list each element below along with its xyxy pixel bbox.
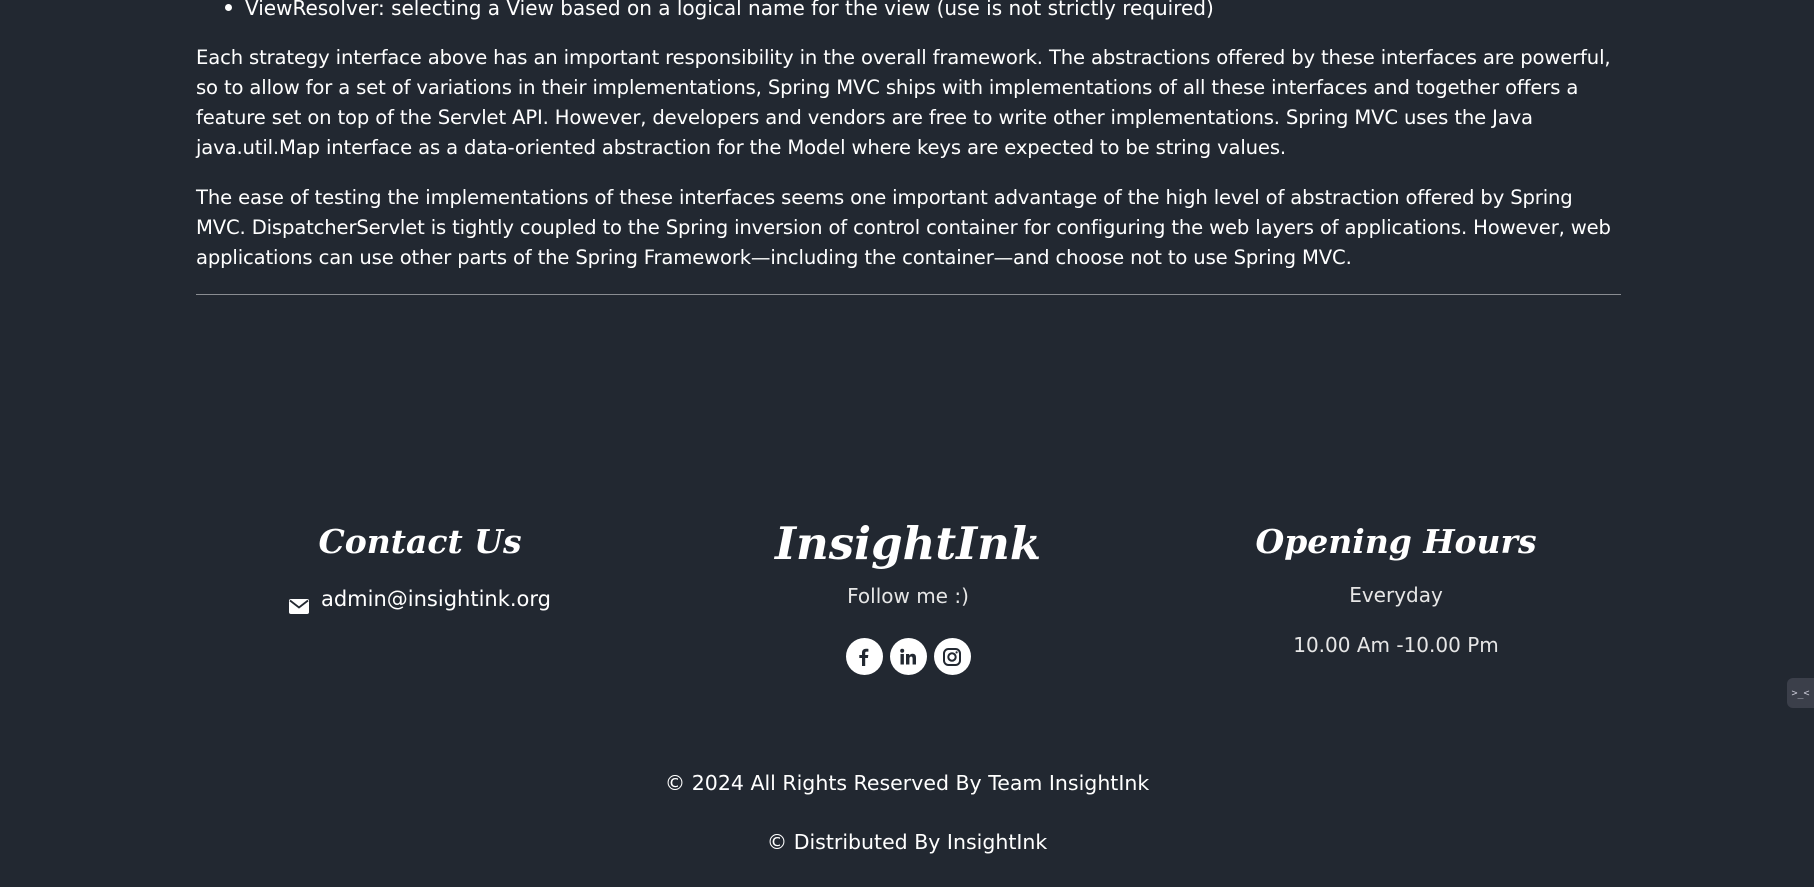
facebook-icon [859, 648, 869, 666]
instagram-icon [943, 647, 961, 666]
article-body: ViewResolver: selecting a View based on … [196, 0, 1621, 269]
footer-contact: Contact Us admin@insightink.org [250, 520, 590, 614]
linkedin-link[interactable] [889, 638, 927, 675]
contact-title: Contact Us [318, 522, 522, 561]
paragraph-strategy-interfaces: Each strategy interface above has an imp… [196, 46, 1611, 159]
linkedin-icon [900, 648, 916, 664]
brand-title: InsightInk [774, 517, 1042, 570]
divider [196, 294, 1621, 295]
instagram-link[interactable] [933, 638, 971, 675]
social-links [708, 638, 1108, 675]
footer-brand: InsightInk Follow me :) [708, 516, 1108, 675]
contact-email-row[interactable]: admin@insightink.org [250, 584, 590, 614]
hours-title: Opening Hours [1255, 522, 1537, 561]
copyright-text: © 2024 All Rights Reserved By Team Insig… [664, 771, 1150, 795]
follow-text: Follow me :) [847, 584, 969, 608]
paragraph-testing: The ease of testing the implementations … [196, 186, 1611, 269]
distributed-text: © Distributed By InsightInk [766, 830, 1048, 854]
facebook-link[interactable] [845, 638, 883, 675]
envelope-icon [288, 592, 309, 614]
bullet-list: ViewResolver: selecting a View based on … [196, 0, 1621, 18]
hours-time: 10.00 Am -10.00 Pm [1293, 633, 1499, 657]
footer-hours: Opening Hours Everyday 10.00 Am -10.00 P… [1236, 520, 1556, 659]
list-item: ViewResolver: selecting a View based on … [196, 0, 1621, 18]
contact-email-link[interactable]: admin@insightink.org [321, 584, 551, 614]
hours-days: Everyday [1349, 583, 1443, 607]
side-widget-button[interactable]: >_< [1787, 678, 1814, 708]
